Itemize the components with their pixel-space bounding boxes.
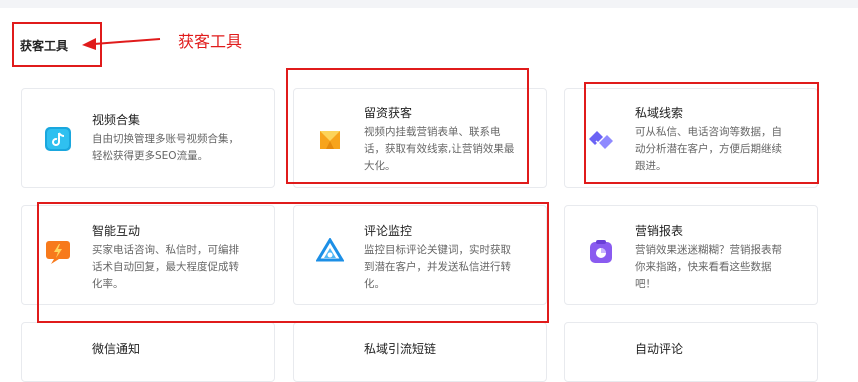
- card-auto-comment[interactable]: 自动评论: [564, 322, 818, 382]
- marketing-report-icon: [587, 238, 615, 266]
- annotation-box-private-leads: [584, 82, 819, 184]
- card-title: 营销报表: [635, 224, 684, 238]
- top-bar: [0, 0, 858, 8]
- annotation-box-lead-capture: [286, 68, 529, 184]
- annotation-arrow: [82, 38, 161, 50]
- card-title: 私域引流短链: [364, 342, 437, 356]
- card-title: 微信通知: [92, 342, 141, 356]
- annotation-label: 获客工具: [178, 32, 243, 51]
- card-desc: 营销效果迷迷糊糊？营销报表帮 你来指路，快来看看这些数据 吧！: [635, 244, 782, 290]
- annotation-box-row2: [37, 202, 549, 323]
- card-short-link[interactable]: 私域引流短链: [293, 322, 547, 382]
- video-collection-icon: [44, 125, 72, 153]
- card-wechat-notify[interactable]: 微信通知: [21, 322, 275, 382]
- card-video-collection[interactable]: 视频合集 自由切换管理多账号视频合集， 轻松获得更多SEO流量。: [21, 88, 275, 188]
- card-title: 自动评论: [635, 342, 684, 356]
- card-title: 视频合集: [92, 113, 141, 127]
- card-marketing-report[interactable]: 营销报表 营销效果迷迷糊糊？营销报表帮 你来指路，快来看看这些数据 吧！: [564, 205, 818, 305]
- card-desc: 自由切换管理多账号视频合集， 轻松获得更多SEO流量。: [92, 133, 239, 162]
